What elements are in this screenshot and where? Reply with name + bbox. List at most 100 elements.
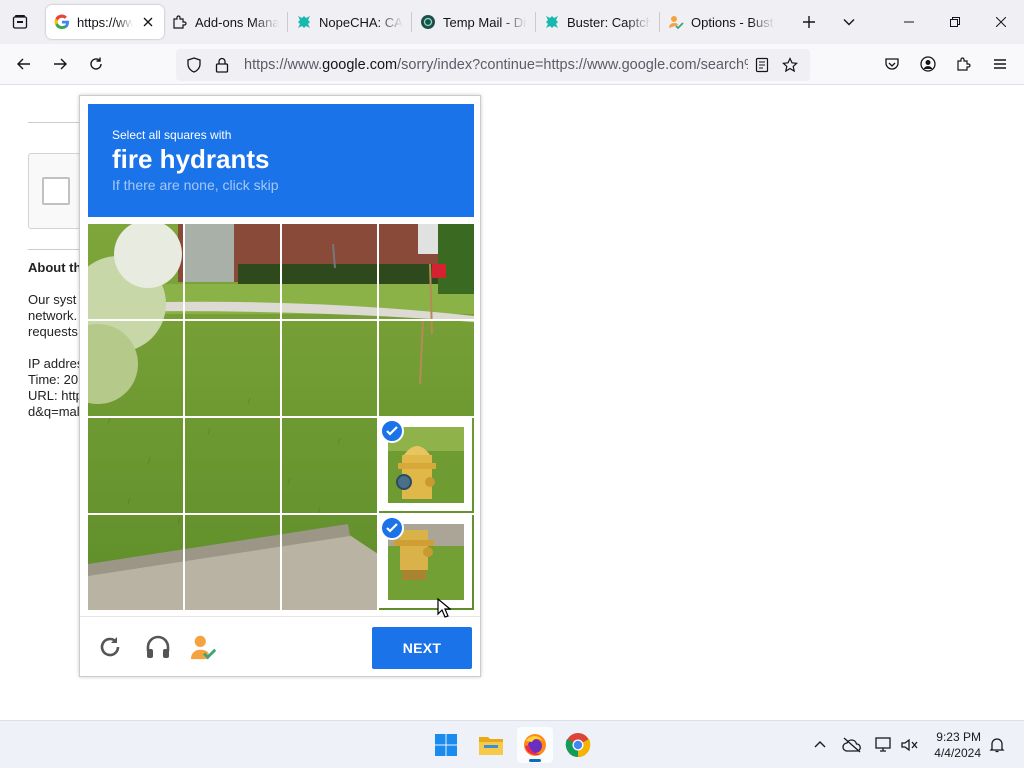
arrow-right-icon <box>54 58 67 70</box>
pocket-button[interactable] <box>874 48 910 80</box>
puzzle-icon <box>172 14 188 30</box>
restore-button[interactable] <box>932 0 978 44</box>
file-explorer-icon <box>479 737 503 755</box>
buster-solver-icon <box>190 635 217 660</box>
firefox-taskbar-button[interactable] <box>517 727 553 763</box>
arrow-left-icon <box>17 58 30 70</box>
window-controls <box>886 0 1024 44</box>
buster-options-icon <box>668 14 684 30</box>
new-tab-button[interactable] <box>791 4 827 40</box>
mouse-cursor-icon <box>437 598 451 618</box>
tempmail-icon <box>420 14 436 30</box>
reload-icon <box>100 637 120 657</box>
navigation-toolbar: https://www.google.com/sorry/index?conti… <box>0 44 1024 85</box>
reload-button[interactable] <box>78 48 114 80</box>
challenge-hint: If there are none, click skip <box>112 177 279 193</box>
windows-start-icon <box>435 734 457 756</box>
challenge-instruction: Select all squares with <box>112 128 232 142</box>
recaptcha-checkbox[interactable] <box>42 177 70 205</box>
grid-tile-selected[interactable] <box>378 417 472 511</box>
extensions-button[interactable] <box>946 48 982 80</box>
minimize-icon <box>904 21 914 23</box>
start-button[interactable] <box>428 727 464 763</box>
url-text: https://www.google.com/sorry/index?conti… <box>244 57 748 73</box>
grid-tile-selected[interactable] <box>378 514 472 608</box>
onedrive-tray-button[interactable] <box>840 733 864 757</box>
reader-view-icon[interactable] <box>748 57 776 73</box>
file-explorer-button[interactable] <box>473 727 509 763</box>
tracking-protection-icon[interactable] <box>182 57 206 73</box>
notifications-button[interactable] <box>985 733 1009 757</box>
checkmark-icon <box>380 419 404 443</box>
tab-title: Temp Mail - Disposable <box>443 14 527 30</box>
url-host: google.com <box>322 57 398 73</box>
firefox-icon <box>524 734 546 756</box>
buster-solver-button[interactable] <box>190 633 218 661</box>
tab-buster-options[interactable]: Options - Buster <box>660 5 783 39</box>
challenge-footer: NEXT <box>80 616 480 677</box>
url-path: /sorry/index?continue=https://www.google… <box>397 57 748 73</box>
plus-icon <box>803 16 815 28</box>
image-grid <box>88 224 474 610</box>
clock-date: 4/4/2024 <box>934 746 981 760</box>
windows-taskbar: 9:23 PM 4/4/2024 <box>0 720 1024 768</box>
next-button[interactable]: NEXT <box>372 627 472 669</box>
captcha-challenge-dialog: Select all squares with fire hydrants If… <box>79 95 481 677</box>
bell-icon <box>989 738 1005 753</box>
chrome-taskbar-button[interactable] <box>560 727 596 763</box>
challenge-target: fire hydrants <box>112 144 270 174</box>
lock-icon[interactable] <box>210 57 234 73</box>
volume-tray-button[interactable] <box>897 733 921 757</box>
audio-challenge-button[interactable] <box>144 633 172 661</box>
pocket-icon <box>885 58 899 70</box>
chevron-down-icon <box>843 19 855 26</box>
nopecha-icon <box>296 14 312 30</box>
chrome-icon <box>565 733 591 757</box>
network-tray-button[interactable] <box>872 733 896 757</box>
challenge-header: Select all squares with fire hydrants If… <box>88 104 474 217</box>
tab-title: Options - Buster <box>691 14 775 30</box>
app-menu-button[interactable] <box>982 48 1018 80</box>
minimize-button[interactable] <box>886 0 932 44</box>
tab-addons-manager[interactable]: Add-ons Manager <box>164 5 287 39</box>
tab-temp-mail[interactable]: Temp Mail - Disposable <box>412 5 535 39</box>
tab-google-sorry[interactable]: https://www.google.com/sorry <box>46 5 164 39</box>
tab-title: Add-ons Manager <box>195 14 279 30</box>
reload-challenge-button[interactable] <box>96 633 124 661</box>
tab-title: https://www.google.com/sorry <box>77 14 133 30</box>
network-icon <box>875 737 891 752</box>
close-tab-icon[interactable] <box>140 14 156 30</box>
cloud-offline-icon <box>842 737 861 753</box>
tab-bar: https://www.google.com/sorry Add-ons Man… <box>0 0 1024 44</box>
back-button[interactable] <box>6 48 42 80</box>
tab-title: NopeCHA: CAPTCHA <box>319 14 403 30</box>
account-icon <box>920 56 936 72</box>
url-bar[interactable]: https://www.google.com/sorry/index?conti… <box>176 49 810 81</box>
chevron-up-icon <box>814 741 826 748</box>
close-window-button[interactable] <box>978 0 1024 44</box>
puzzle-icon <box>957 57 971 71</box>
buster-icon <box>544 14 560 30</box>
about-heading: About th <box>28 260 82 275</box>
checkmark-icon <box>380 516 404 540</box>
firefox-view-button[interactable] <box>0 0 40 44</box>
restore-icon <box>950 17 960 27</box>
speaker-muted-icon <box>901 738 918 752</box>
google-icon <box>54 14 70 30</box>
tab-nopecha[interactable]: NopeCHA: CAPTCHA <box>288 5 411 39</box>
list-all-tabs-button[interactable] <box>831 4 867 40</box>
show-hidden-icons-button[interactable] <box>808 733 832 757</box>
account-button[interactable] <box>910 48 946 80</box>
reload-icon <box>90 57 102 70</box>
tab-title: Buster: Captcha <box>567 14 651 30</box>
clock-time: 9:23 PM <box>936 730 981 744</box>
system-clock[interactable]: 9:23 PM 4/4/2024 <box>934 729 981 761</box>
active-app-indicator <box>529 759 541 762</box>
toolbar-right <box>874 48 1018 80</box>
headphones-icon <box>146 635 170 658</box>
forward-button[interactable] <box>42 48 78 80</box>
hamburger-menu-icon <box>994 59 1006 69</box>
tab-buster[interactable]: Buster: Captcha <box>536 5 659 39</box>
bookmark-star-icon[interactable] <box>776 57 804 73</box>
url-prefix: https://www. <box>244 57 323 73</box>
